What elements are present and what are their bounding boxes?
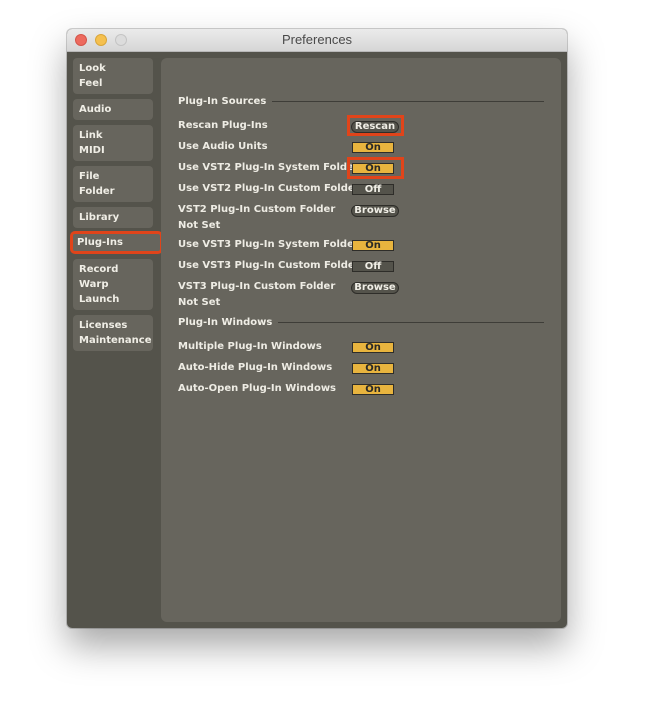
plugins-panel: Plug-In Sources Rescan Plug-Ins Rescan U…	[161, 58, 561, 622]
sidebar: Look Feel Audio Link MIDI File Folder Li…	[67, 52, 163, 628]
tab-label: Maintenance	[79, 335, 152, 346]
vst2-folder-label: VST2 Plug-In Custom Folder	[178, 204, 336, 215]
vst3-custom-folder-toggle[interactable]: Off	[352, 261, 394, 272]
tab-label: Record	[79, 264, 119, 275]
rescan-label: Rescan Plug-Ins	[178, 120, 268, 131]
tab-label: Link	[79, 130, 103, 141]
auto-open-windows-toggle[interactable]: On	[352, 384, 394, 395]
tab-plug-ins[interactable]: Plug-Ins	[70, 231, 163, 254]
tab-label: Library	[79, 212, 120, 223]
auto-hide-windows-toggle[interactable]: On	[352, 363, 394, 374]
section-title: Plug-In Windows	[178, 317, 273, 328]
vst2-folder-path: Not Set	[178, 220, 221, 231]
auto-hide-windows-label: Auto-Hide Plug-In Windows	[178, 362, 333, 373]
tab-file-folder[interactable]: File Folder	[73, 166, 153, 202]
rescan-button[interactable]: Rescan	[351, 121, 399, 133]
tab-label: Launch	[79, 294, 120, 305]
title-bar: Preferences	[67, 29, 567, 52]
section-plugin-windows: Plug-In Windows	[178, 317, 544, 328]
multiple-windows-label: Multiple Plug-In Windows	[178, 341, 322, 352]
tab-label: Warp	[79, 279, 109, 290]
tab-licenses-maintenance[interactable]: Licenses Maintenance	[73, 315, 153, 351]
tab-look-feel[interactable]: Look Feel	[73, 58, 153, 94]
window-title: Preferences	[281, 32, 353, 47]
vst2-browse-button[interactable]: Browse	[351, 205, 399, 217]
section-plugin-sources: Plug-In Sources	[178, 96, 544, 107]
tab-label: MIDI	[79, 145, 105, 156]
tab-label: Plug-Ins	[77, 237, 123, 248]
auto-open-windows-label: Auto-Open Plug-In Windows	[178, 383, 337, 394]
vst2-system-folders-toggle[interactable]: On	[352, 163, 394, 174]
tab-label: Feel	[79, 78, 103, 89]
tab-link-midi[interactable]: Link MIDI	[73, 125, 153, 161]
vst3-system-folders-label: Use VST3 Plug-In System Folders	[178, 239, 365, 250]
tab-label: Look	[79, 63, 106, 74]
vst3-folder-path: Not Set	[178, 297, 221, 308]
tab-record-warp-launch[interactable]: Record Warp Launch	[73, 259, 153, 310]
section-title: Plug-In Sources	[178, 96, 267, 107]
tab-label: Licenses	[79, 320, 128, 331]
tab-label: File	[79, 171, 100, 182]
vst2-system-folders-label: Use VST2 Plug-In System Folders	[178, 162, 365, 173]
section-divider	[278, 322, 544, 323]
multiple-windows-toggle[interactable]: On	[352, 342, 394, 353]
vst3-custom-folder-label: Use VST3 Plug-In Custom Folder	[178, 260, 360, 271]
vst3-folder-label: VST3 Plug-In Custom Folder	[178, 281, 336, 292]
vst3-system-folders-toggle[interactable]: On	[352, 240, 394, 251]
vst2-custom-folder-toggle[interactable]: Off	[352, 184, 394, 195]
tab-audio[interactable]: Audio	[73, 99, 153, 120]
tab-label: Folder	[79, 186, 115, 197]
vst2-custom-folder-label: Use VST2 Plug-In Custom Folder	[178, 183, 360, 194]
tab-label: Audio	[79, 104, 112, 115]
audio-units-label: Use Audio Units	[178, 141, 268, 152]
audio-units-toggle[interactable]: On	[352, 142, 394, 153]
section-divider	[272, 101, 544, 102]
vst3-browse-button[interactable]: Browse	[351, 282, 399, 294]
preferences-window: Preferences Look Feel Audio Link MIDI Fi…	[67, 29, 567, 628]
tab-library[interactable]: Library	[73, 207, 153, 228]
